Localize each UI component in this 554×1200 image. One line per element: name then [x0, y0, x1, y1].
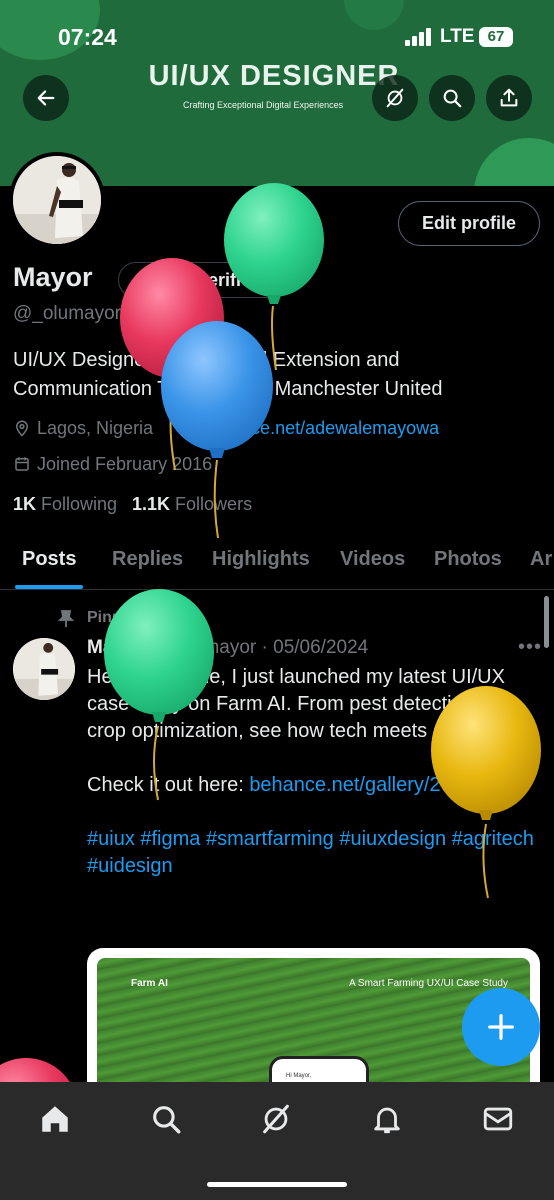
profile-tabs: Posts Replies Highlights Videos Photos A… — [0, 530, 554, 590]
share-button[interactable] — [486, 75, 532, 121]
following-link[interactable]: 1K Following — [13, 494, 117, 515]
status-time: 07:24 — [58, 24, 117, 50]
post-cta: Check it out here: behance.net/gallery/2… — [87, 772, 537, 799]
profile-avatar[interactable] — [9, 152, 105, 248]
home-icon[interactable] — [38, 1102, 72, 1136]
location-pin-icon — [15, 420, 29, 437]
back-arrow-icon — [37, 90, 55, 106]
scrollbar[interactable] — [544, 596, 549, 648]
signal-icon — [405, 28, 433, 46]
post-author-name[interactable]: Mayor — [87, 637, 143, 658]
calendar-icon — [15, 457, 29, 471]
avatar-photo — [13, 156, 101, 244]
post-more-button[interactable]: ••• — [518, 636, 542, 659]
media-brand: Farm AI — [131, 978, 168, 989]
grok-button[interactable] — [372, 75, 418, 121]
tab-photos[interactable]: Photos — [434, 548, 502, 571]
post-text: Hello everyone, I just launched my lates… — [87, 666, 532, 742]
location-text: Lagos, Nigeria — [37, 418, 154, 438]
active-tab-indicator — [15, 585, 83, 589]
get-verified-label: Get verified — [163, 270, 263, 290]
search-icon — [443, 89, 462, 108]
person-silhouette — [13, 156, 101, 244]
banner-subtitle: Crafting Exceptional Digital Experiences — [183, 100, 344, 110]
search-icon[interactable] — [149, 1102, 183, 1136]
profile-bio: UI/UX Designer | Agricultural Extension … — [13, 349, 443, 400]
profile-joined: Joined February 2016 — [13, 454, 212, 475]
post-cta-text: Check it out here: — [87, 774, 244, 796]
followers-count: 1.1K — [132, 494, 171, 514]
edit-profile-button[interactable]: Edit profile — [398, 201, 540, 246]
tab-replies[interactable]: Replies — [112, 548, 183, 571]
get-verified-button[interactable]: Get verified — [118, 262, 284, 298]
messages-icon[interactable] — [481, 1102, 515, 1136]
plus-icon — [488, 1014, 514, 1040]
post-cta-link[interactable]: behance.net/gallery/200216... — [249, 774, 513, 796]
grok-icon — [386, 88, 404, 108]
pin-icon — [58, 610, 74, 627]
pinned-label: Pinned — [87, 609, 141, 626]
joined-text: Joined February 2016 — [37, 454, 213, 474]
grok-icon[interactable] — [259, 1102, 293, 1136]
following-label: Following — [41, 494, 118, 514]
link-icon — [178, 420, 194, 436]
profile-website[interactable]: behance.net/adewalemayowa — [177, 418, 439, 439]
person-silhouette — [13, 638, 75, 700]
profile-location: Lagos, Nigeria — [13, 418, 153, 439]
tab-posts[interactable]: Posts — [22, 548, 76, 571]
verified-badge-icon — [135, 272, 153, 290]
search-button[interactable] — [429, 75, 475, 121]
status-bar: 07:24 LTE 67 — [0, 0, 554, 62]
profile-name: Mayor — [13, 262, 93, 292]
back-button[interactable] — [23, 75, 69, 121]
media-caption: A Smart Farming UX/UI Case Study — [349, 978, 508, 989]
network-label: LTE — [440, 26, 475, 47]
post-author-handle[interactable]: @_olumayor — [148, 637, 256, 658]
phone-text: Hi Mayor, — [286, 1073, 312, 1079]
compose-button[interactable] — [462, 988, 540, 1066]
following-count: 1K — [13, 494, 37, 514]
banner-decoration — [474, 138, 554, 186]
post-date[interactable]: 05/06/2024 — [273, 637, 368, 658]
tab-videos[interactable]: Videos — [340, 548, 405, 571]
battery-icon: 67 — [479, 27, 513, 47]
post-header: Mayor @_olumayor · 05/06/2024 — [87, 637, 369, 658]
profile-handle: @_olumayor — [13, 303, 121, 324]
website-link[interactable]: behance.net/adewalemayowa — [201, 418, 439, 438]
home-indicator[interactable] — [207, 1182, 347, 1187]
post-body: Hello everyone, I just launched my lates… — [87, 664, 537, 907]
followers-link[interactable]: 1.1K Followers — [132, 494, 252, 515]
followers-label: Followers — [175, 494, 253, 514]
tab-articles[interactable]: Ar — [530, 548, 552, 571]
tab-highlights[interactable]: Highlights — [212, 548, 310, 571]
share-icon — [500, 88, 518, 107]
post-hashtags[interactable]: #uiux #figma #smartfarming #uiuxdesign #… — [87, 826, 537, 880]
notifications-icon[interactable] — [370, 1102, 404, 1136]
post-author-avatar[interactable] — [13, 638, 75, 700]
